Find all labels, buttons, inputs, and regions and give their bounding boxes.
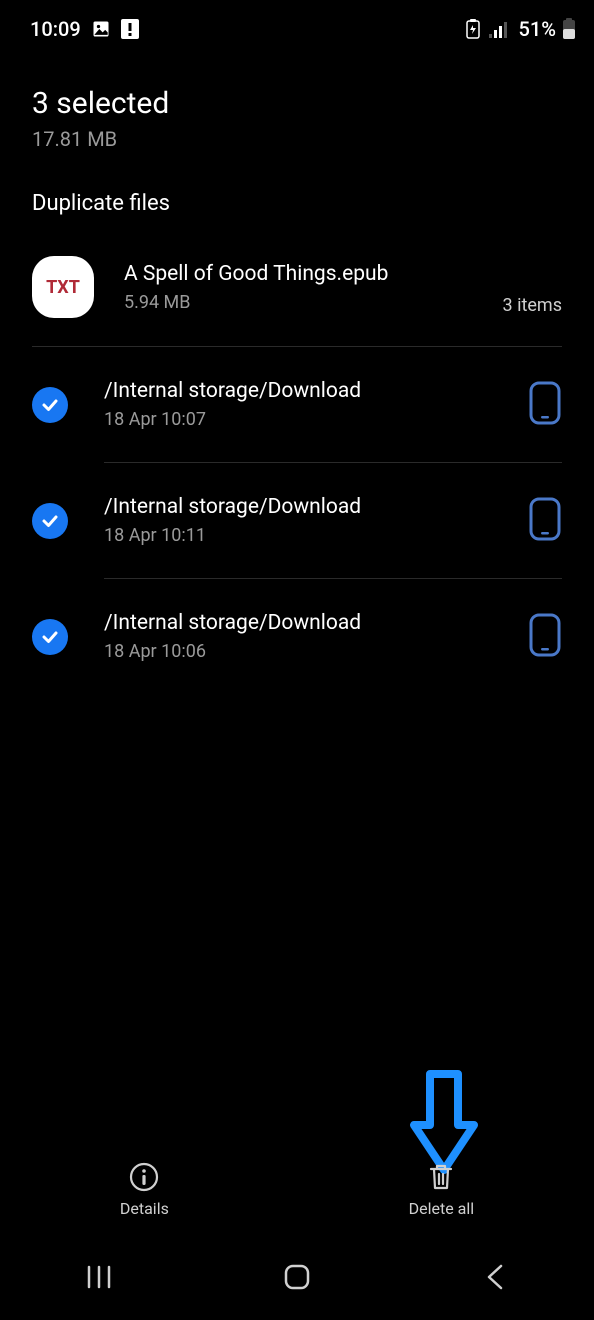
details-button[interactable]: Details bbox=[120, 1161, 169, 1218]
file-path: /Internal storage/Download bbox=[104, 611, 516, 635]
check-icon bbox=[40, 627, 60, 647]
file-path: /Internal storage/Download bbox=[104, 495, 516, 519]
battery-saver-icon bbox=[465, 19, 481, 39]
signal-icon bbox=[489, 20, 511, 38]
recents-icon bbox=[85, 1265, 113, 1289]
duplicate-row[interactable]: /Internal storage/Download 18 Apr 10:11 bbox=[0, 463, 594, 578]
check-icon bbox=[40, 395, 60, 415]
file-name: A Spell of Good Things.epub bbox=[124, 262, 503, 286]
home-icon bbox=[282, 1262, 312, 1292]
recents-button[interactable] bbox=[59, 1247, 139, 1307]
file-size: 5.94 MB bbox=[124, 292, 503, 313]
battery-icon bbox=[562, 18, 576, 40]
check-icon bbox=[40, 511, 60, 531]
selection-header: 3 selected 17.81 MB bbox=[0, 48, 594, 161]
phone-storage-icon bbox=[528, 612, 562, 662]
delete-all-label: Delete all bbox=[409, 1199, 475, 1218]
file-badge-text: TXT bbox=[46, 277, 80, 298]
delete-all-button[interactable]: Delete all bbox=[409, 1161, 475, 1218]
navigation-bar bbox=[0, 1234, 594, 1320]
alert-icon bbox=[121, 19, 139, 39]
selection-count: 3 selected bbox=[32, 86, 562, 121]
file-group[interactable]: TXT A Spell of Good Things.epub 5.94 MB … bbox=[0, 234, 594, 340]
details-label: Details bbox=[120, 1199, 169, 1218]
status-time: 10:09 bbox=[30, 17, 81, 41]
status-bar: 10:09 51% bbox=[0, 0, 594, 48]
phone-storage-icon bbox=[528, 380, 562, 430]
file-date: 18 Apr 10:06 bbox=[104, 641, 516, 662]
selection-size: 17.81 MB bbox=[32, 127, 562, 151]
image-icon bbox=[91, 19, 111, 39]
duplicate-row[interactable]: /Internal storage/Download 18 Apr 10:06 bbox=[0, 579, 594, 694]
checkbox-checked[interactable] bbox=[32, 387, 68, 423]
file-date: 18 Apr 10:07 bbox=[104, 409, 516, 430]
txt-file-icon: TXT bbox=[32, 256, 94, 318]
back-button[interactable] bbox=[455, 1247, 535, 1307]
home-button[interactable] bbox=[257, 1247, 337, 1307]
checkbox-checked[interactable] bbox=[32, 619, 68, 655]
checkbox-checked[interactable] bbox=[32, 503, 68, 539]
battery-percent: 51% bbox=[519, 17, 556, 41]
info-icon bbox=[128, 1161, 160, 1193]
duplicate-row[interactable]: /Internal storage/Download 18 Apr 10:07 bbox=[0, 347, 594, 462]
action-bar: Details Delete all bbox=[0, 1144, 594, 1234]
trash-icon bbox=[425, 1161, 457, 1193]
file-path: /Internal storage/Download bbox=[104, 379, 516, 403]
section-title: Duplicate files bbox=[0, 161, 594, 234]
back-icon bbox=[483, 1263, 507, 1291]
file-date: 18 Apr 10:11 bbox=[104, 525, 516, 546]
phone-storage-icon bbox=[528, 496, 562, 546]
duplicate-count: 3 items bbox=[503, 295, 562, 316]
